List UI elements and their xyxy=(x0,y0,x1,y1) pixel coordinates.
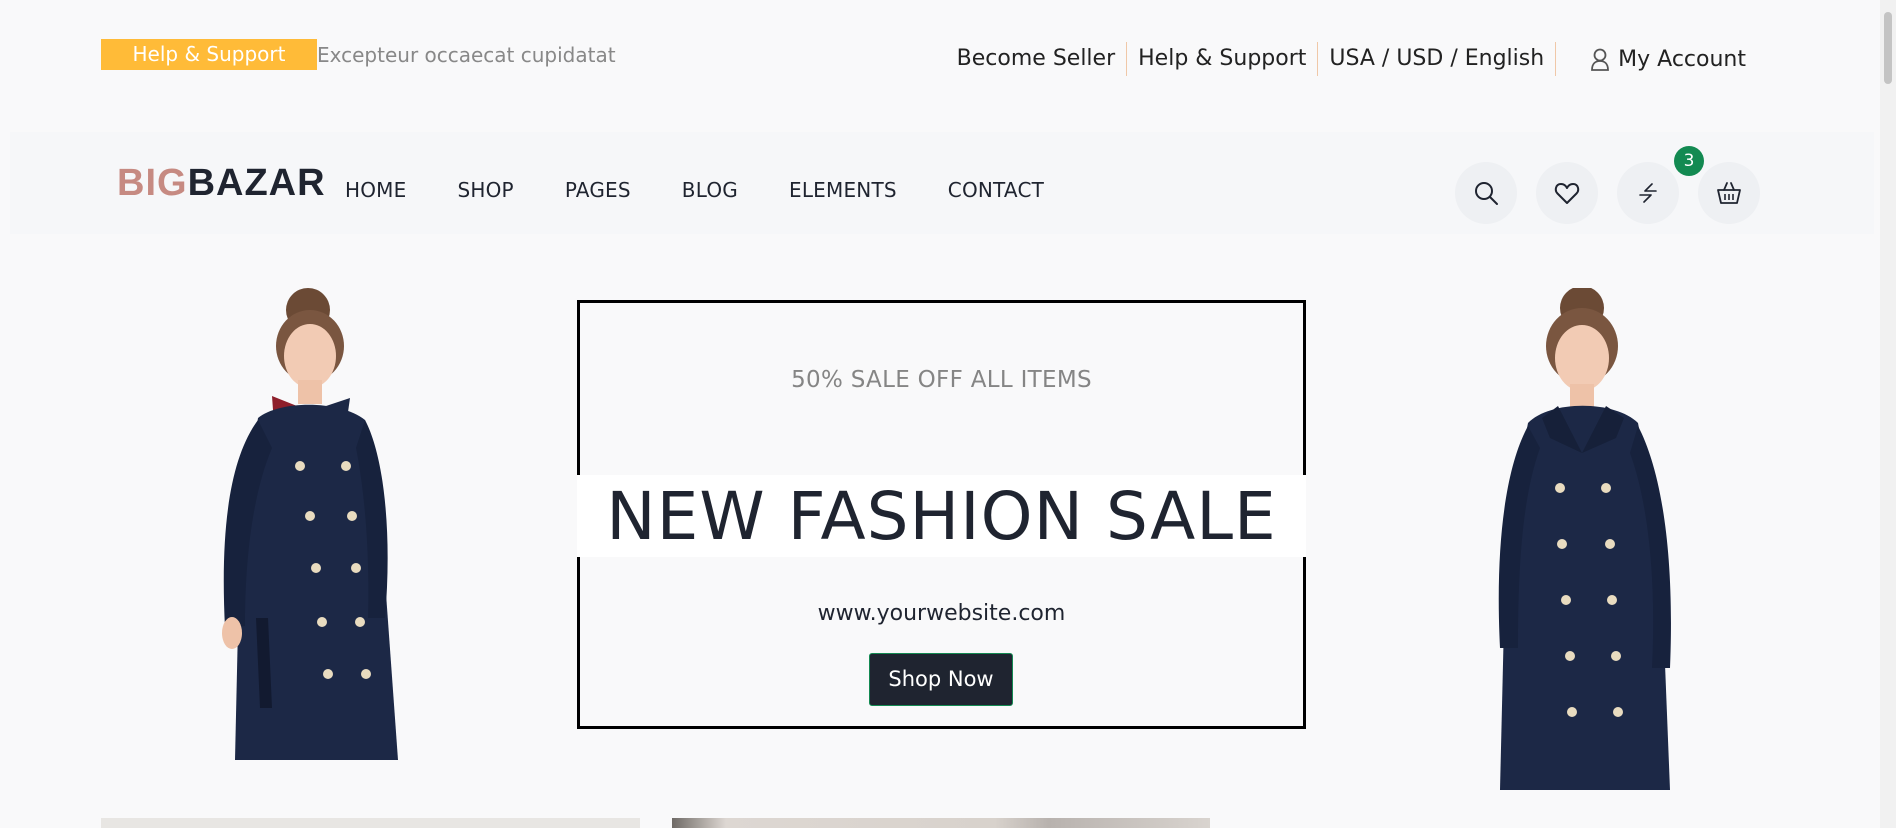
my-account-label: My Account xyxy=(1618,46,1746,72)
scrollbar-thumb[interactable] xyxy=(1884,12,1892,84)
search-button[interactable] xyxy=(1455,162,1517,224)
heart-icon xyxy=(1554,183,1580,204)
category-card[interactable] xyxy=(101,818,640,828)
cart-button[interactable] xyxy=(1698,162,1760,224)
top-tagline: Excepteur occaecat cupidatat xyxy=(317,43,616,67)
nav-pages[interactable]: PAGES xyxy=(565,178,631,202)
model-left-image xyxy=(222,288,398,760)
user-icon xyxy=(1591,48,1610,71)
wishlist-button[interactable] xyxy=(1536,162,1598,224)
main-nav: HOME SHOP PAGES BLOG ELEMENTS CONTACT xyxy=(345,178,1095,202)
my-account-link[interactable]: My Account xyxy=(1556,47,1746,72)
model-right-image xyxy=(1498,288,1671,790)
logo-bazar: BAZAR xyxy=(187,162,326,204)
locale-selector[interactable]: USA / USD / English xyxy=(1318,42,1557,76)
shop-now-button[interactable]: Shop Now xyxy=(869,653,1013,706)
site-logo[interactable]: BIGBAZAR xyxy=(117,162,326,205)
hero-website: www.yourwebsite.com xyxy=(817,601,1066,626)
top-bar: Help & Support Excepteur occaecat cupida… xyxy=(0,0,1896,116)
category-card[interactable] xyxy=(672,818,1210,828)
hero-subtitle: 50% SALE OFF ALL ITEMS xyxy=(791,367,1092,393)
help-support-badge[interactable]: Help & Support xyxy=(101,39,317,70)
compare-button[interactable] xyxy=(1617,162,1679,224)
nav-shop[interactable]: SHOP xyxy=(457,178,513,202)
nav-home[interactable]: HOME xyxy=(345,178,406,202)
header-icons xyxy=(1455,162,1779,224)
help-support-link[interactable]: Help & Support xyxy=(1127,42,1319,76)
search-icon xyxy=(1475,182,1498,205)
logo-big: BIG xyxy=(117,162,188,204)
main-header: BIGBAZAR HOME SHOP PAGES BLOG ELEMENTS C… xyxy=(10,132,1874,234)
nav-elements[interactable]: ELEMENTS xyxy=(789,178,897,202)
page-scrollbar[interactable] xyxy=(1880,0,1896,828)
compare-icon xyxy=(1639,183,1657,203)
basket-icon xyxy=(1717,182,1741,204)
hero-title: NEW FASHION SALE xyxy=(606,478,1277,555)
nav-blog[interactable]: BLOG xyxy=(682,178,738,202)
cart-count-badge: 3 xyxy=(1674,146,1704,176)
nav-contact[interactable]: CONTACT xyxy=(948,178,1044,202)
top-links: Become Seller Help & Support USA / USD /… xyxy=(946,42,1746,76)
become-seller-link[interactable]: Become Seller xyxy=(946,42,1128,76)
